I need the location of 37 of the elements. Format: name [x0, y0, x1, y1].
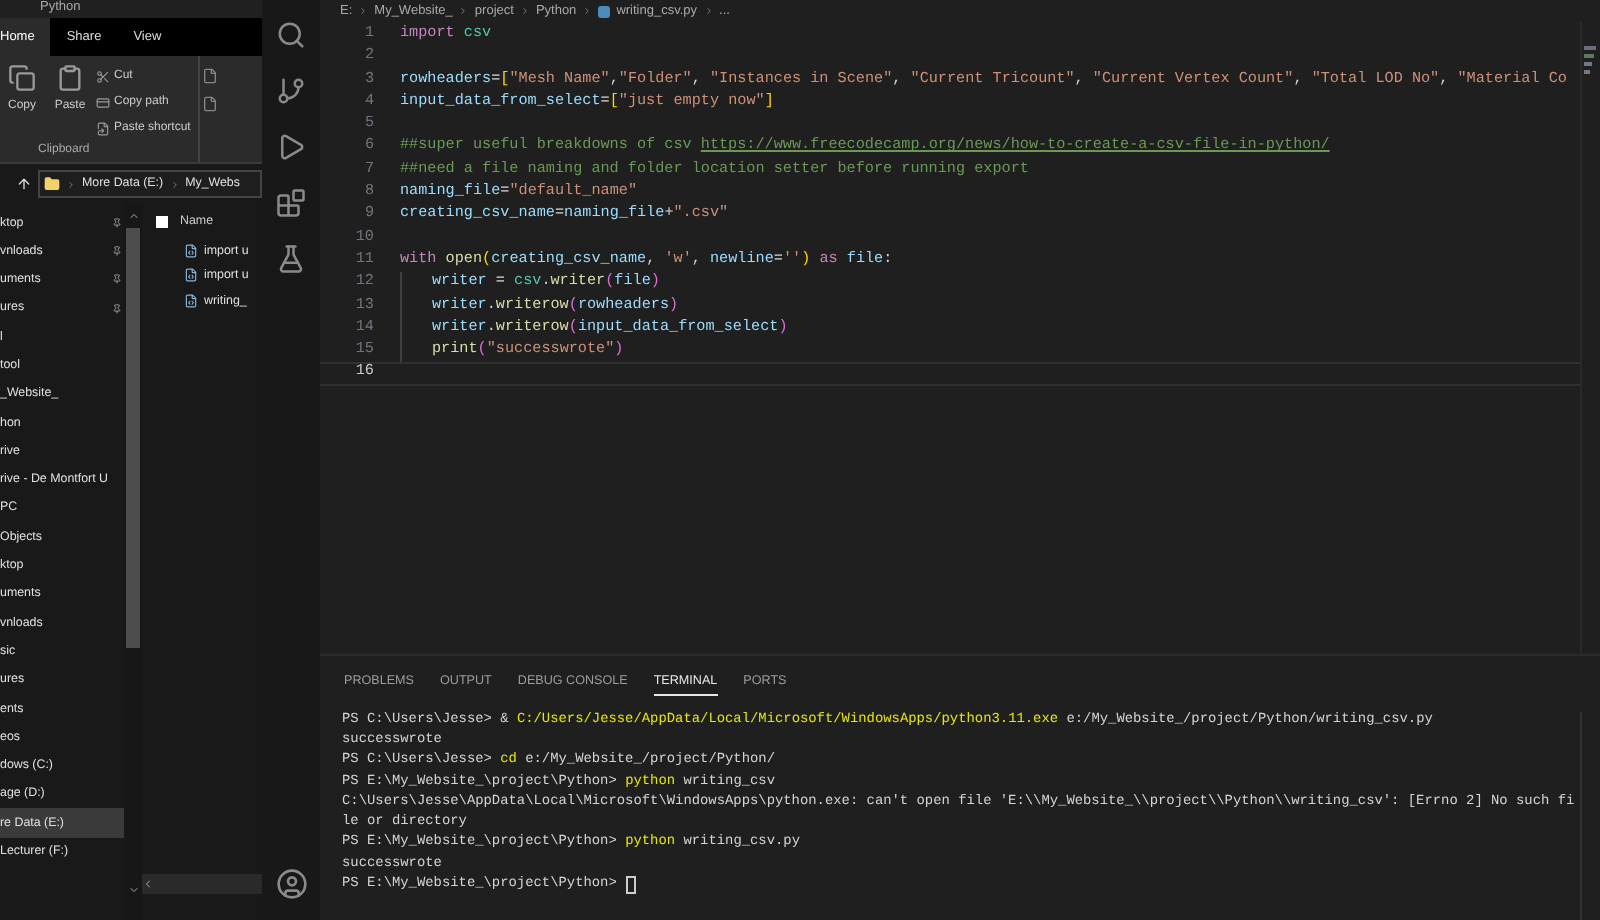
flask-icon[interactable] [276, 244, 306, 274]
python-file-icon [184, 268, 198, 283]
pin-icon [112, 245, 122, 256]
file-icon [202, 96, 219, 112]
copy-icon [8, 64, 36, 92]
chevron-icon [358, 6, 369, 16]
search-icon[interactable] [276, 20, 306, 50]
python-icon [598, 5, 611, 17]
horizontal-scrollbar[interactable] [142, 874, 262, 894]
terminal-cursor [625, 875, 636, 894]
branch-icon[interactable] [276, 76, 306, 106]
file-icon [202, 68, 219, 84]
chevron-icon [519, 6, 530, 16]
chevron-icon [66, 179, 76, 189]
scroll-left-icon [142, 878, 154, 890]
account-icon[interactable] [275, 868, 307, 900]
scroll-up-icon [127, 210, 139, 222]
up-arrow-icon[interactable] [16, 176, 32, 192]
pin-icon [112, 303, 122, 314]
scrollbar-thumb[interactable] [126, 228, 140, 648]
chevron-icon [169, 179, 180, 189]
pin-icon [112, 217, 122, 228]
chevron-icon [582, 6, 593, 16]
scissors-icon [96, 69, 110, 83]
pin-icon [112, 274, 122, 285]
clipboard-icon [56, 64, 84, 92]
minimap-drawing [1584, 46, 1596, 74]
run-debug-icon[interactable] [276, 132, 306, 162]
python-file-icon [184, 243, 198, 258]
chevron-icon [703, 6, 714, 16]
scroll-down-icon [127, 884, 139, 896]
extensions-icon[interactable] [276, 188, 306, 218]
shortcut-icon [96, 121, 110, 135]
folder-icon [44, 176, 60, 192]
python-file-icon [184, 293, 198, 308]
select-all-checkbox[interactable] [156, 216, 168, 228]
chevron-icon [458, 6, 469, 16]
